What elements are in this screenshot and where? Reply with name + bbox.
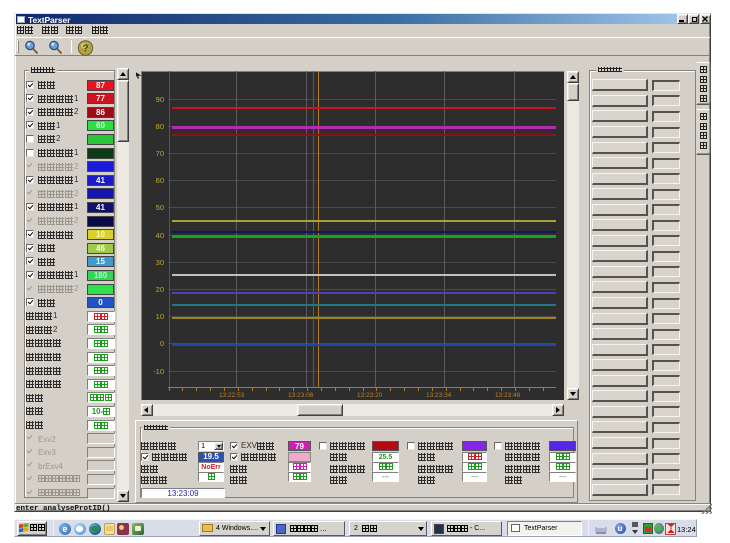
svg-text:?: ? <box>82 43 88 54</box>
